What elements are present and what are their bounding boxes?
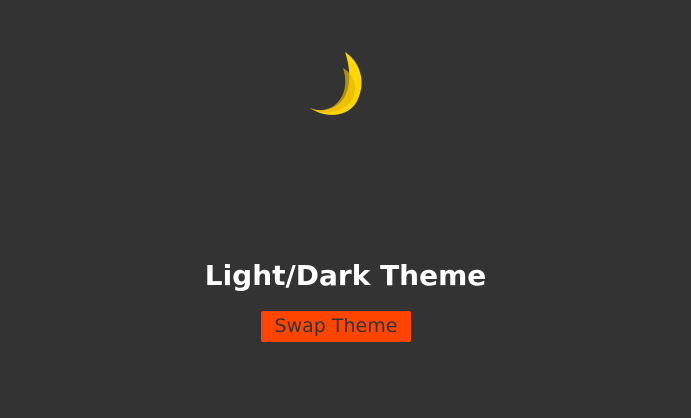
moon-icon-svg bbox=[310, 52, 362, 115]
swap-theme-button[interactable]: Swap Theme bbox=[261, 311, 411, 342]
moon-icon bbox=[300, 48, 372, 120]
page-title: Light/Dark Theme bbox=[204, 259, 487, 292]
